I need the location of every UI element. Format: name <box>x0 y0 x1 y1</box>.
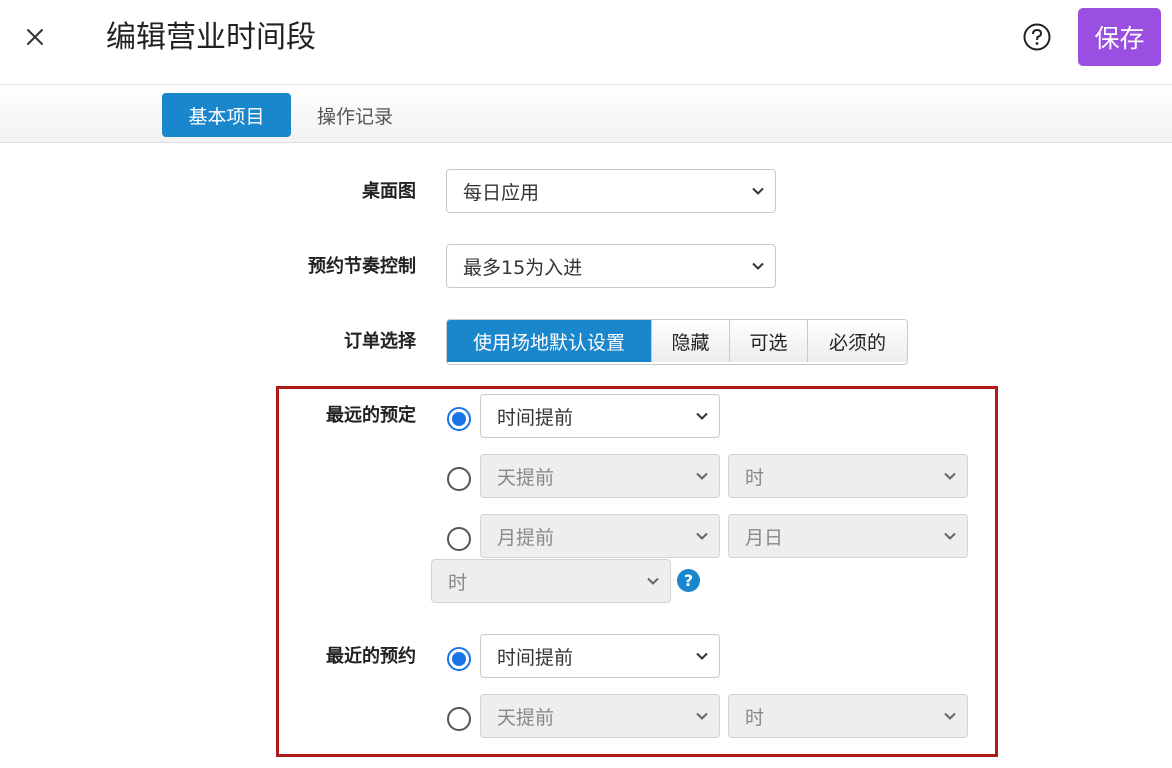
desktop-view-value: 每日应用 <box>463 181 540 204</box>
earliest-booking-radio-2[interactable] <box>447 707 471 731</box>
order-option-optional[interactable]: 可选 <box>729 320 807 362</box>
earliest-booking-label: 最近的预约 <box>326 646 416 667</box>
order-select-segmented: 使用场地默认设置 隐藏 可选 必须的 <box>446 319 908 365</box>
latest-booking-months-select[interactable]: 月提前 <box>480 514 720 558</box>
latest-booking-month-day-value: 月日 <box>745 526 784 549</box>
booking-pace-label: 预约节奏控制 <box>308 256 416 277</box>
latest-booking-radio-1[interactable] <box>447 407 471 431</box>
help-icon <box>1023 23 1051 51</box>
latest-booking-days-value: 天提前 <box>497 466 555 489</box>
latest-booking-days-select[interactable]: 天提前 <box>480 454 720 498</box>
chevron-down-icon <box>944 472 956 480</box>
earliest-booking-days-hour-select[interactable]: 时 <box>728 694 968 738</box>
close-button[interactable] <box>22 24 48 50</box>
earliest-booking-days-hour-value: 时 <box>745 706 765 729</box>
latest-booking-radio-2[interactable] <box>447 467 471 491</box>
chevron-down-icon <box>696 412 708 420</box>
order-option-required[interactable]: 必须的 <box>807 320 907 362</box>
chevron-down-icon <box>752 187 764 195</box>
chevron-down-icon <box>752 262 764 270</box>
latest-booking-days-hour-value: 时 <box>745 466 765 489</box>
booking-pace-select[interactable]: 最多15为入进 <box>446 244 776 288</box>
latest-booking-days-hour-select[interactable]: 时 <box>728 454 968 498</box>
latest-booking-time-select[interactable]: 时间提前 <box>480 394 720 438</box>
chevron-down-icon <box>944 712 956 720</box>
info-icon[interactable]: ? <box>677 569 700 592</box>
chevron-down-icon <box>696 652 708 660</box>
latest-booking-months-hour-select[interactable]: 时 <box>431 559 671 603</box>
tab-basic-items[interactable]: 基本项目 <box>162 93 291 137</box>
desktop-view-select[interactable]: 每日应用 <box>446 169 776 213</box>
desktop-view-label: 桌面图 <box>362 181 416 202</box>
latest-booking-month-day-select[interactable]: 月日 <box>728 514 968 558</box>
page-title: 编辑营业时间段 <box>106 20 316 55</box>
earliest-booking-time-select[interactable]: 时间提前 <box>480 634 720 678</box>
earliest-booking-time-value: 时间提前 <box>497 646 574 669</box>
latest-booking-months-hour-value: 时 <box>448 571 468 594</box>
close-icon <box>27 29 43 45</box>
chevron-down-icon <box>647 577 659 585</box>
help-button[interactable] <box>1022 22 1052 52</box>
order-option-hidden[interactable]: 隐藏 <box>651 320 729 362</box>
earliest-booking-days-value: 天提前 <box>497 706 555 729</box>
latest-booking-months-value: 月提前 <box>497 526 555 549</box>
booking-pace-value: 最多15为入进 <box>463 256 583 279</box>
chevron-down-icon <box>696 532 708 540</box>
latest-booking-label: 最远的预定 <box>326 405 416 426</box>
tab-operation-log[interactable]: 操作记录 <box>317 93 393 137</box>
earliest-booking-radio-1[interactable] <box>447 647 471 671</box>
chevron-down-icon <box>696 472 708 480</box>
order-option-default[interactable]: 使用场地默认设置 <box>447 320 651 362</box>
latest-booking-time-value: 时间提前 <box>497 406 574 429</box>
latest-booking-radio-3[interactable] <box>447 527 471 551</box>
chevron-down-icon <box>696 712 708 720</box>
order-select-label: 订单选择 <box>344 331 416 352</box>
save-button[interactable]: 保存 <box>1078 8 1161 66</box>
chevron-down-icon <box>944 532 956 540</box>
earliest-booking-days-select[interactable]: 天提前 <box>480 694 720 738</box>
